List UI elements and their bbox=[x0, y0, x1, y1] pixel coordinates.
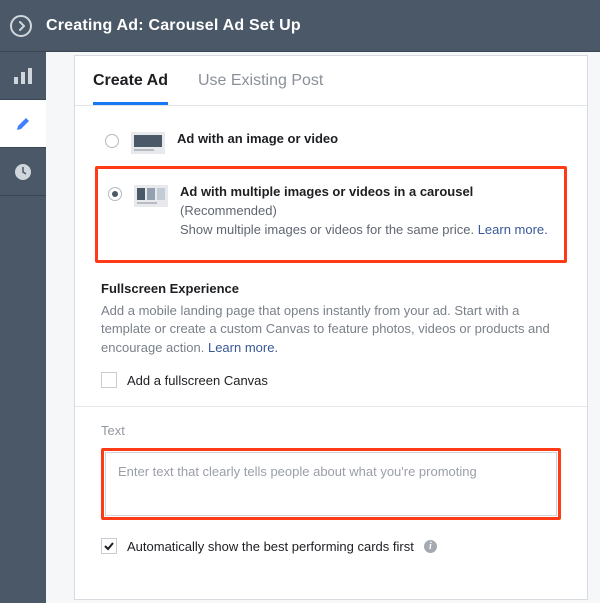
nav-item-reports[interactable] bbox=[0, 52, 46, 100]
text-section-label: Text bbox=[101, 423, 561, 438]
ad-option-single[interactable]: Ad with an image or video bbox=[101, 124, 561, 164]
fullscreen-canvas-checkbox[interactable] bbox=[101, 372, 117, 388]
radio-carousel[interactable] bbox=[108, 187, 122, 201]
check-icon bbox=[103, 540, 115, 552]
highlight-carousel-option: Ad with multiple images or videos in a c… bbox=[95, 166, 567, 263]
auto-cards-label: Automatically show the best performing c… bbox=[127, 539, 414, 554]
ad-option-carousel[interactable]: Ad with multiple images or videos in a c… bbox=[104, 177, 558, 250]
ad-option-carousel-desc: Show multiple images or videos for the s… bbox=[180, 222, 478, 237]
nav-item-edit[interactable] bbox=[0, 100, 46, 148]
highlight-text-input: Enter text that clearly tells people abo… bbox=[101, 448, 561, 520]
page-title: Creating Ad: Carousel Ad Set Up bbox=[46, 17, 301, 35]
fullscreen-canvas-label: Add a fullscreen Canvas bbox=[127, 373, 268, 388]
radio-single[interactable] bbox=[105, 134, 119, 148]
collapse-icon[interactable] bbox=[10, 15, 32, 37]
learn-more-carousel-link[interactable]: Learn more. bbox=[478, 222, 548, 237]
info-icon[interactable]: i bbox=[424, 540, 437, 553]
ad-option-carousel-recommended: (Recommended) bbox=[180, 202, 548, 221]
clock-icon bbox=[14, 163, 32, 181]
thumb-carousel-icon bbox=[134, 185, 168, 207]
ad-text-input[interactable]: Enter text that clearly tells people abo… bbox=[105, 452, 557, 516]
fullscreen-desc: Add a mobile landing page that opens ins… bbox=[101, 303, 550, 356]
ad-option-carousel-title: Ad with multiple images or videos in a c… bbox=[180, 183, 548, 202]
left-nav bbox=[0, 52, 46, 196]
auto-cards-checkbox[interactable] bbox=[101, 538, 117, 554]
learn-more-fullscreen-link[interactable]: Learn more. bbox=[208, 340, 278, 355]
ad-option-single-title: Ad with an image or video bbox=[177, 131, 338, 146]
page-header: Creating Ad: Carousel Ad Set Up bbox=[0, 0, 600, 52]
create-ad-panel: Create Ad Use Existing Post Ad with an i… bbox=[74, 55, 588, 600]
tab-create-ad[interactable]: Create Ad bbox=[93, 56, 168, 105]
auto-cards-row[interactable]: Automatically show the best performing c… bbox=[101, 538, 561, 554]
thumb-single-icon bbox=[131, 132, 165, 154]
divider bbox=[75, 406, 587, 407]
bar-chart-icon bbox=[14, 68, 32, 84]
tabs: Create Ad Use Existing Post bbox=[75, 56, 587, 106]
fullscreen-canvas-row[interactable]: Add a fullscreen Canvas bbox=[101, 372, 561, 388]
pencil-icon bbox=[15, 116, 31, 132]
fullscreen-heading: Fullscreen Experience bbox=[101, 281, 561, 296]
tab-use-existing-post[interactable]: Use Existing Post bbox=[198, 56, 323, 105]
nav-item-history[interactable] bbox=[0, 148, 46, 196]
